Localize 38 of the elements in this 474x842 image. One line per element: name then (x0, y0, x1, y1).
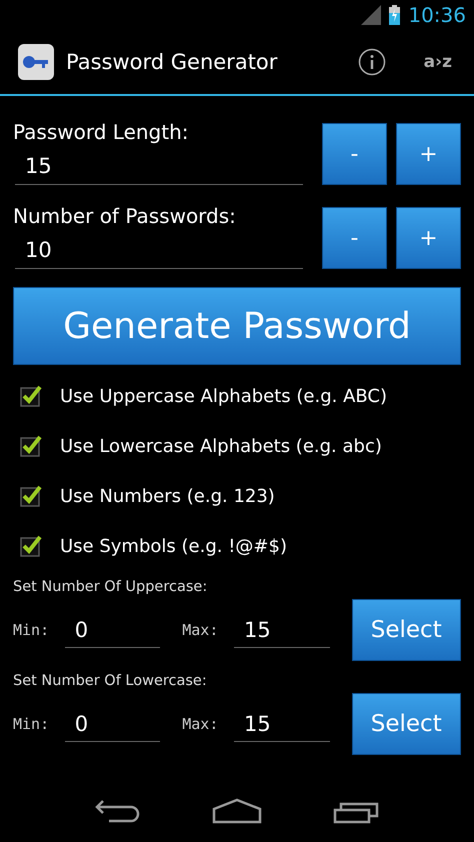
stepper-button[interactable]: + (396, 123, 461, 185)
checkbox-label: Use Symbols (e.g. !@#$) (60, 536, 287, 556)
home-icon[interactable] (212, 798, 262, 824)
section-label: Set Number Of Lowercase: (13, 673, 208, 689)
max-label: Max: (182, 621, 220, 639)
app-title: Password Generator (66, 50, 278, 74)
min-field[interactable]: 0 (64, 612, 160, 648)
input-field[interactable]: 10 (15, 232, 303, 269)
min-label: Min: (13, 715, 50, 733)
checkbox-label: Use Uppercase Alphabets (e.g. ABC) (60, 386, 388, 406)
field-label: Number of Passwords: (13, 204, 236, 228)
checkbox[interactable] (20, 535, 42, 557)
max-label: Max: (182, 715, 220, 733)
checkbox-label: Use Numbers (e.g. 123) (60, 486, 275, 506)
stepper-button[interactable]: + (396, 207, 461, 269)
stepper-button[interactable]: - (322, 207, 387, 269)
sort-button[interactable]: a›z (424, 52, 452, 72)
key-icon (18, 44, 54, 80)
stepper-button[interactable]: - (322, 123, 387, 185)
section-label: Set Number Of Uppercase: (13, 579, 208, 595)
battery-icon (389, 5, 400, 25)
generate-button[interactable]: Generate Password (13, 287, 461, 365)
min-label: Min: (13, 621, 50, 639)
max-field[interactable]: 15 (234, 612, 330, 648)
info-icon[interactable] (358, 48, 386, 76)
checkbox-label: Use Lowercase Alphabets (e.g. abc) (60, 436, 382, 456)
select-button[interactable]: Select (352, 693, 461, 755)
signal-icon (361, 5, 382, 25)
field-label: Password Length: (13, 120, 188, 144)
checkbox[interactable] (20, 435, 42, 457)
checkbox[interactable] (20, 385, 42, 407)
input-field[interactable]: 15 (15, 148, 303, 185)
back-icon[interactable] (95, 798, 142, 824)
select-button[interactable]: Select (352, 599, 461, 661)
min-field[interactable]: 0 (64, 706, 160, 742)
clock-time: 10:36 (408, 3, 466, 27)
checkbox[interactable] (20, 485, 42, 507)
max-field[interactable]: 15 (234, 706, 330, 742)
